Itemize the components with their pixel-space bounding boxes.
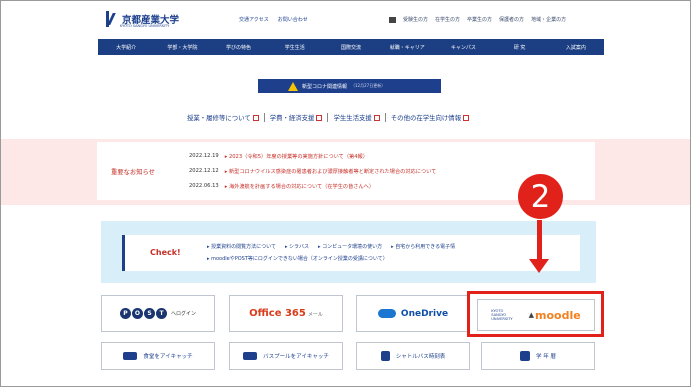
academic-calendar-button[interactable]: 学 年 暦	[481, 342, 595, 370]
audience-link-graduates[interactable]: 卒業生の方	[467, 16, 492, 23]
access-link[interactable]: 交通アクセス	[239, 16, 269, 23]
pointer-arrow-shaft	[537, 220, 542, 262]
top-links: 交通アクセス お問い合わせ	[239, 16, 308, 23]
nav-item-about[interactable]: 大学紹介	[98, 44, 154, 51]
check-link-computer[interactable]: ▸ コンピュータ環境の使い方	[318, 243, 382, 250]
external-link-icon	[252, 115, 259, 121]
warning-icon	[288, 81, 298, 91]
notice-title: 重要なお知らせ	[111, 169, 155, 176]
browser-page: 京都産業大学 KYOTO SANGYO UNIVERSITY 交通アクセス お問…	[0, 0, 691, 387]
camera-icon	[243, 352, 258, 360]
office365-label: Office 365 メール	[249, 308, 323, 319]
notice-item[interactable]: 2022.06.13 ▸ 海外渡航を計画する場合の対応について（在学生の皆さんへ）	[189, 183, 374, 190]
onedrive-label: OneDrive	[400, 308, 449, 319]
divider	[327, 113, 329, 122]
audience-link-applicants[interactable]: 受験生の方	[403, 16, 428, 23]
post-login-button[interactable]: POST へログイン	[101, 295, 215, 332]
nav-item-research[interactable]: 研 究	[492, 44, 548, 51]
university-logo[interactable]: 京都産業大学 KYOTO SANGYO UNIVERSITY	[106, 11, 179, 28]
shuttle-bus-button[interactable]: シャトルバス時刻表	[356, 342, 470, 370]
check-link-materials[interactable]: ▸ 授業資料の閲覧方法について	[207, 243, 276, 250]
sublink-classes[interactable]: 授業・履修等について	[187, 113, 259, 122]
buspool-cam-label: バスプールをアイキャッチ	[263, 354, 329, 360]
academic-calendar-label: 学 年 暦	[536, 354, 556, 360]
calendar-icon	[520, 351, 530, 361]
important-notice-band: 重要なお知らせ 2022.12.19 ▸ 2023（令和5）年度の授業等の実施方針…	[1, 139, 690, 205]
audience-link-students[interactable]: 在学生の方	[435, 16, 460, 23]
check-links-row: ▸ 授業資料の閲覧方法について ▸ シラバス ▸ コンピュータ環境の使い方 ▸ …	[207, 243, 455, 250]
cloud-icon	[377, 309, 396, 318]
cafeteria-cam-button[interactable]: 食堂をアイキャッチ	[101, 342, 215, 370]
nav-item-learning[interactable]: 学びの特色	[210, 44, 266, 51]
check-link-login-help[interactable]: ▸ moodleやPOST等にログインできない場合（オンライン授業の受講について…	[207, 255, 388, 262]
logo-mark-icon	[106, 11, 120, 27]
notice-item[interactable]: 2022.12.19 ▸ 2023（令和5）年度の授業等の実施方針について（第4報…	[189, 153, 368, 160]
sublink-other[interactable]: その他の在学生向け情報	[391, 113, 470, 122]
divider	[384, 113, 386, 122]
cafeteria-cam-label: 食堂をアイキャッチ	[143, 354, 193, 360]
nav-item-career[interactable]: 就職・キャリア	[379, 44, 435, 51]
site-header: 京都産業大学 KYOTO SANGYO UNIVERSITY 交通アクセス お問…	[1, 1, 690, 39]
bus-icon	[380, 351, 390, 361]
office365-button[interactable]: Office 365 メール	[229, 295, 343, 332]
sublink-support[interactable]: 学生生活支援	[333, 113, 380, 122]
check-title: Check!	[150, 248, 181, 257]
pointer-arrow-head	[529, 259, 549, 273]
covid-label: 新型コロナ関連情報	[302, 83, 348, 90]
main-nav: 大学紹介 学部・大学院 学びの特色 学生生活 国際交流 就職・キャリア キャンパ…	[98, 39, 604, 55]
camera-icon	[123, 352, 138, 360]
external-link-icon	[373, 115, 380, 121]
nav-item-international[interactable]: 国際交流	[323, 44, 379, 51]
step-number-badge: 2	[518, 174, 563, 219]
external-link-icon	[463, 115, 470, 121]
audience-link-parents[interactable]: 保護者の方	[499, 16, 524, 23]
person-icon	[389, 16, 396, 23]
nav-item-campus[interactable]: キャンパス	[435, 44, 491, 51]
student-sublinks: 授業・履修等について 学費・経済支援 学生生活支援 その他の在学生向け情報	[187, 113, 470, 122]
nav-item-admissions[interactable]: 入試案内	[548, 44, 604, 51]
covid-info-button[interactable]: 新型コロナ関連情報 （12月27日更新）	[258, 79, 441, 93]
contact-link[interactable]: お問い合わせ	[278, 16, 308, 23]
divider	[263, 113, 265, 122]
post-login-label: へログイン	[170, 311, 196, 317]
nav-item-faculties[interactable]: 学部・大学院	[154, 44, 210, 51]
shuttle-bus-label: シャトルバス時刻表	[395, 354, 446, 360]
onedrive-button[interactable]: OneDrive	[356, 295, 470, 332]
check-link-e-resources[interactable]: ▸ 自宅から利用できる電子情	[391, 243, 455, 250]
audience-links: 受験生の方 在学生の方 卒業生の方 保護者の方 地域・企業の方	[389, 16, 566, 23]
audience-link-community[interactable]: 地域・企業の方	[531, 16, 566, 23]
logo-subtitle: KYOTO SANGYO UNIVERSITY	[120, 24, 170, 28]
covid-date: （12月27日更新）	[351, 83, 386, 88]
buspool-cam-button[interactable]: バスプールをアイキャッチ	[229, 342, 343, 370]
sublink-tuition[interactable]: 学費・経済支援	[270, 113, 323, 122]
check-section: Check! ▸ 授業資料の閲覧方法について ▸ シラバス ▸ コンピュータ環境…	[101, 221, 596, 283]
check-link-syllabus[interactable]: ▸ シラバス	[285, 243, 309, 250]
moodle-highlight-box	[467, 291, 604, 337]
check-panel: Check! ▸ 授業資料の閲覧方法について ▸ シラバス ▸ コンピュータ環境…	[122, 235, 580, 271]
external-link-icon	[316, 115, 323, 121]
notice-item[interactable]: 2022.12.12 ▸ 新型コロナウイルス感染症の罹患者および濃厚接触者等と断定…	[189, 168, 436, 175]
nav-item-campus-life[interactable]: 学生生活	[267, 44, 323, 51]
post-logo: POST	[119, 308, 167, 319]
